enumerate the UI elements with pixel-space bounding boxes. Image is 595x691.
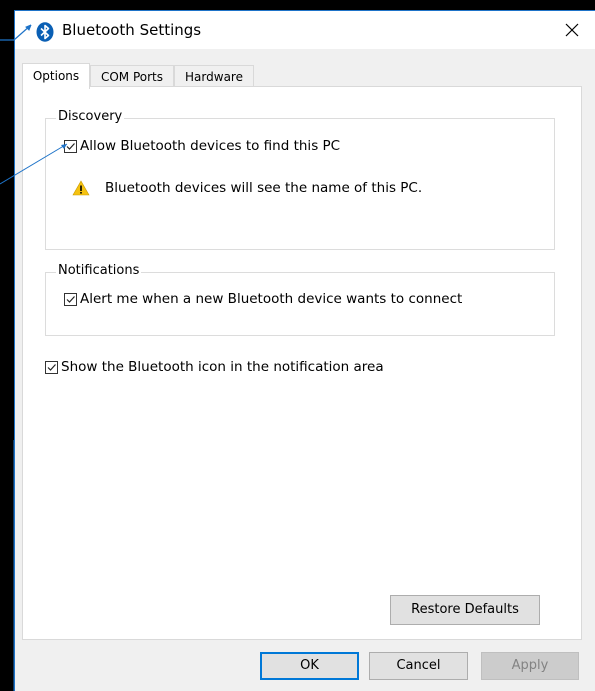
- dialog-client-area: Options COM Ports Hardware Discovery All…: [15, 49, 595, 691]
- close-button[interactable]: [549, 11, 595, 49]
- tab-com-ports[interactable]: COM Ports: [90, 65, 174, 87]
- tab-hardware[interactable]: Hardware: [174, 65, 254, 87]
- checkmark-icon: [47, 363, 56, 371]
- restore-defaults-button[interactable]: Restore Defaults: [390, 595, 540, 625]
- close-icon: [565, 23, 579, 37]
- discovery-group: Discovery Allow Bluetooth devices to fin…: [45, 109, 555, 250]
- window-title: Bluetooth Settings: [62, 21, 202, 39]
- options-panel: Discovery Allow Bluetooth devices to fin…: [22, 86, 582, 640]
- allow-discovery-checkbox[interactable]: [64, 139, 77, 153]
- discovery-warning-text: Bluetooth devices will see the name of t…: [105, 180, 423, 196]
- ok-button[interactable]: OK: [260, 652, 359, 680]
- apply-button[interactable]: Apply: [481, 652, 579, 680]
- checkmark-icon: [66, 142, 75, 150]
- alert-new-device-checkbox[interactable]: [64, 292, 77, 306]
- bluetooth-icon: [36, 22, 54, 42]
- warning-icon: [72, 180, 90, 196]
- alert-new-device-label[interactable]: Alert me when a new Bluetooth device wan…: [80, 291, 462, 307]
- allow-discovery-label[interactable]: Allow Bluetooth devices to find this PC: [80, 138, 340, 154]
- tab-options[interactable]: Options: [22, 63, 90, 89]
- checkmark-icon: [66, 295, 75, 303]
- discovery-warning: Bluetooth devices will see the name of t…: [72, 180, 422, 196]
- alert-new-device-row[interactable]: Alert me when a new Bluetooth device wan…: [64, 291, 462, 307]
- discovery-group-label: Discovery: [56, 109, 125, 124]
- cancel-button[interactable]: Cancel: [369, 652, 468, 680]
- allow-discovery-row[interactable]: Allow Bluetooth devices to find this PC: [64, 138, 340, 154]
- title-bar[interactable]: Bluetooth Settings: [15, 11, 595, 49]
- show-tray-icon-row[interactable]: Show the Bluetooth icon in the notificat…: [45, 359, 384, 375]
- notifications-group: Notifications Alert me when a new Blueto…: [45, 263, 555, 336]
- show-tray-icon-checkbox[interactable]: [45, 360, 58, 374]
- bluetooth-settings-dialog: Bluetooth Settings Options COM Ports Har…: [14, 10, 595, 691]
- show-tray-icon-label[interactable]: Show the Bluetooth icon in the notificat…: [61, 359, 384, 375]
- notifications-group-label: Notifications: [56, 263, 142, 278]
